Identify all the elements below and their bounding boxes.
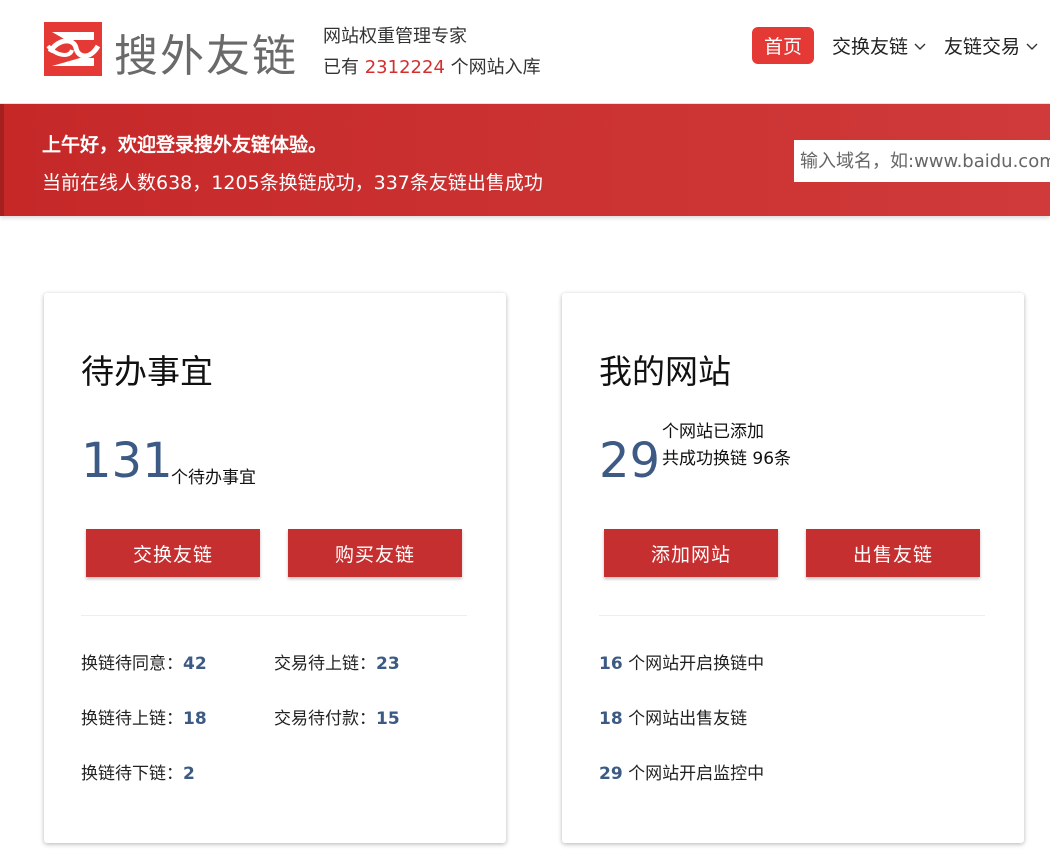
- site-count-suffix: 个网站入库: [450, 57, 541, 78]
- chevron-down-icon: [914, 43, 926, 50]
- stat-trade-pending-link[interactable]: 交易待上链：23: [274, 649, 400, 674]
- stat-value: 2: [183, 764, 195, 784]
- banner-edge: [0, 104, 4, 216]
- divider: [599, 615, 985, 616]
- stat-trade-pending-pay[interactable]: 交易待付款：15: [274, 704, 400, 729]
- divider: [81, 615, 467, 616]
- online-stats: 当前在线人数638，1205条换链成功，337条友链出售成功: [42, 172, 543, 194]
- stat-label: 换链待下链：: [81, 764, 183, 784]
- top-header: 搜外友链 网站权重管理专家 已有 2312224 个网站入库 首页 交换友链 友…: [0, 0, 1050, 104]
- welcome-banner: 上午好，欢迎登录搜外友链体验。 当前在线人数638，1205条换链成功，337条…: [0, 104, 1050, 216]
- site-count-line: 已有 2312224 个网站入库: [323, 53, 541, 79]
- stat-label: 换链待上链：: [81, 709, 183, 729]
- todo-count: 131: [81, 433, 173, 489]
- my-sites-card: 我的网站 29 个网站已添加 共成功换链 96条 添加网站 出售友链 16 个网…: [562, 293, 1024, 843]
- nav-exchange[interactable]: 交换友链: [832, 32, 926, 59]
- welcome-text: 上午好，欢迎登录搜外友链体验。: [42, 134, 328, 156]
- stat-value: 15: [376, 709, 400, 729]
- nav-exchange-label: 交换友链: [831, 36, 908, 58]
- logo-text[interactable]: 搜外友链: [114, 20, 298, 84]
- stat-exchange-pending-unlink[interactable]: 换链待下链：2: [81, 759, 195, 784]
- stat-label: 个网站开启监控中: [622, 764, 765, 784]
- stat-label: 个网站出售友链: [622, 709, 748, 729]
- main-nav: 首页 交换友链 友链交易: [751, 27, 1038, 64]
- slogan: 网站权重管理专家: [323, 26, 467, 47]
- stat-value: 23: [376, 654, 400, 674]
- todo-card: 待办事宜 131 个待办事宜 交换友链 购买友链 换链待同意：42 交易待上链：…: [44, 293, 506, 843]
- stat-label: 个网站开启换链中: [622, 654, 765, 674]
- stat-value: 16: [599, 654, 623, 674]
- stat-sites-selling[interactable]: 18 个网站出售友链: [599, 704, 747, 729]
- nav-home[interactable]: 首页: [751, 27, 814, 64]
- buy-link-button[interactable]: 购买友链: [288, 529, 462, 577]
- stat-sites-monitoring[interactable]: 29 个网站开启监控中: [599, 759, 764, 784]
- stat-value: 18: [183, 709, 207, 729]
- stat-label: 交易待上链：: [274, 654, 376, 674]
- add-site-button[interactable]: 添加网站: [604, 529, 778, 577]
- site-count-value: 2312224: [364, 57, 445, 78]
- my-sites-title: 我的网站: [599, 352, 731, 391]
- stat-label: 换链待同意：: [81, 654, 183, 674]
- nav-trade-label: 友链交易: [943, 36, 1020, 58]
- exchange-link-button[interactable]: 交换友链: [86, 529, 260, 577]
- chevron-down-icon: [1026, 43, 1038, 50]
- stat-value: 42: [183, 654, 207, 674]
- todo-count-label: 个待办事宜: [171, 468, 256, 488]
- todo-title: 待办事宜: [81, 352, 213, 391]
- sell-link-button[interactable]: 出售友链: [806, 529, 980, 577]
- stat-exchange-pending-link[interactable]: 换链待上链：18: [81, 704, 207, 729]
- stat-value: 18: [599, 709, 623, 729]
- sites-count: 29: [599, 433, 661, 489]
- sites-added-label: 个网站已添加: [662, 422, 764, 442]
- stat-value: 29: [599, 764, 623, 784]
- nav-trade[interactable]: 友链交易: [944, 32, 1038, 59]
- logo-icon[interactable]: [44, 22, 102, 76]
- stat-exchange-pending-agree[interactable]: 换链待同意：42: [81, 649, 207, 674]
- sites-exchange-total: 共成功换链 96条: [662, 449, 792, 469]
- stat-sites-exchanging[interactable]: 16 个网站开启换链中: [599, 649, 764, 674]
- domain-search-input[interactable]: [794, 140, 1050, 182]
- stat-label: 交易待付款：: [274, 709, 376, 729]
- site-count-prefix: 已有: [323, 57, 359, 78]
